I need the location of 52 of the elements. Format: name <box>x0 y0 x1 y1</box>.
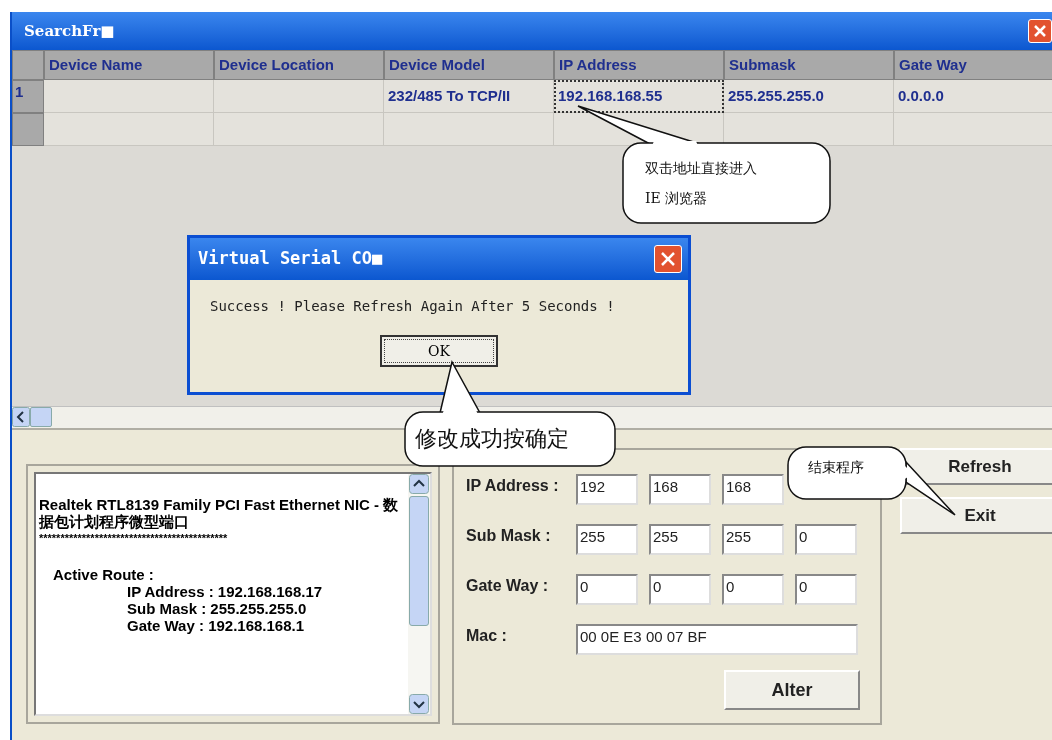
text-area[interactable]: Realtek RTL8139 Family PCI Fast Ethernet NIC - 数据包计划程序微型端口 ******************************************** Active Route : IP Address : 192.168.168.17 Sub Mask : 255.255.255.0 Gate Way : 192.168.168.1 <box>34 472 432 716</box>
callout-text: 修改成功按确定 <box>414 425 569 453</box>
window-title: SearchFr■ <box>24 20 115 42</box>
column-header[interactable]: Device Name <box>44 50 214 80</box>
action-button[interactable]: Refresh <box>900 448 1052 485</box>
dialog-title: Virtual Serial CO■ <box>198 247 383 271</box>
field-label: Mac : <box>466 626 508 646</box>
field-label: Sub Mask : <box>466 526 552 546</box>
field-label: Gate Way : <box>466 576 550 596</box>
info-text: Realtek RTL8139 Family PCI Fast Ethernet NIC - 数据包计划程序微型端口 <box>39 496 400 530</box>
info-text: Active Route : <box>52 566 155 583</box>
ok-button[interactable]: OK <box>380 335 498 367</box>
input-field[interactable]: 0 <box>649 574 711 605</box>
input-field[interactable]: 255 <box>722 524 784 555</box>
input-field[interactable]: 00 0E E3 00 07 BF <box>576 624 858 655</box>
table-cell: 255.255.255.0 <box>724 80 894 113</box>
scroll-thumb[interactable] <box>409 496 429 626</box>
column-header[interactable]: Submask <box>724 50 894 80</box>
scroll-thumb[interactable] <box>30 407 52 427</box>
field-label: IP Address : <box>466 476 560 496</box>
table-cell: 0.0.0.0 <box>894 80 1052 113</box>
callout-text: 双击地址直接进入IE 浏览器 <box>644 159 758 208</box>
input-field[interactable]: 0 <box>795 574 857 605</box>
column-header[interactable]: IP Address <box>554 50 724 80</box>
action-button[interactable]: Exit <box>900 497 1052 534</box>
column-header[interactable]: Device Location <box>214 50 384 80</box>
input-field[interactable]: 255 <box>649 524 711 555</box>
corner-header <box>12 50 44 80</box>
table-cell: 192.168.168.55 <box>554 80 724 113</box>
input-field[interactable]: 192 <box>576 474 638 505</box>
vertical-scrollbar[interactable] <box>408 474 430 714</box>
input-field[interactable]: 255 <box>576 524 638 555</box>
row-header[interactable]: 1 <box>12 80 44 113</box>
input-field[interactable]: 168 <box>649 474 711 505</box>
dialog-message: Success ! Please Refresh Again After 5 Seconds ! <box>209 297 616 316</box>
callout-text: 结束程序 <box>807 458 864 477</box>
info-text: Gate Way : 192.168.168.1 <box>126 617 306 634</box>
column-header[interactable]: Device Model <box>384 50 554 80</box>
input-field[interactable]: 0 <box>722 574 784 605</box>
input-field[interactable]: 0 <box>576 574 638 605</box>
alter-button[interactable]: Alter <box>724 670 860 710</box>
column-header[interactable]: Gate Way <box>894 50 1052 80</box>
close-icon <box>660 251 676 267</box>
close-button[interactable] <box>654 245 682 273</box>
input-field[interactable]: 0 <box>795 524 857 555</box>
table-cell: 232/485 To TCP/II <box>384 80 554 113</box>
input-field[interactable]: 168 <box>722 474 784 505</box>
info-text: Sub Mask : 255.255.255.0 <box>126 600 308 617</box>
close-icon <box>1033 24 1047 38</box>
close-button[interactable] <box>1028 19 1052 43</box>
info-text: IP Address : 192.168.168.17 <box>126 583 324 600</box>
separator-line: ******************************************** <box>39 532 229 544</box>
